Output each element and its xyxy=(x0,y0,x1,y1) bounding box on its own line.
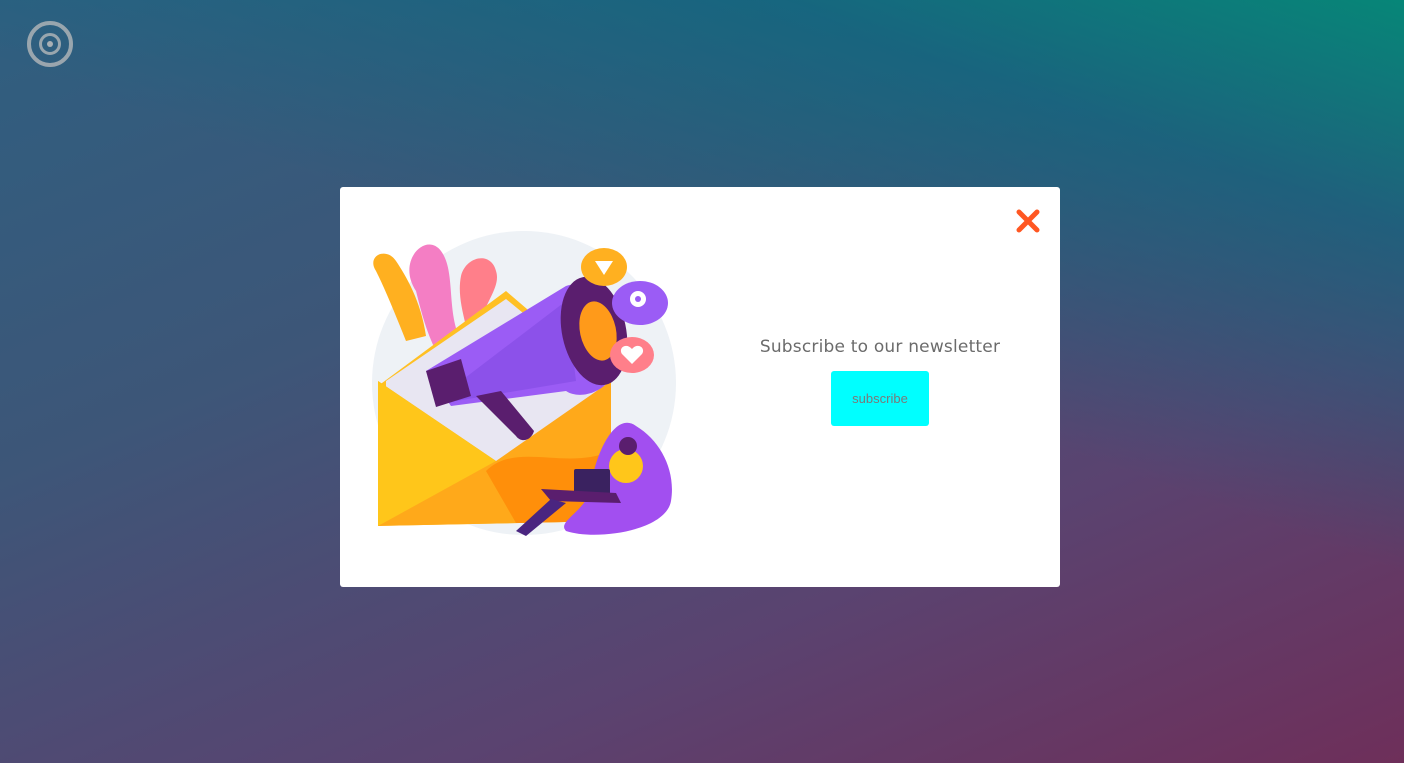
newsletter-modal: Subscribe to our newsletter subscribe xyxy=(340,187,1060,587)
megaphone-envelope-illustration xyxy=(366,231,682,543)
subscribe-button[interactable]: subscribe xyxy=(831,371,929,426)
subscribe-panel: Subscribe to our newsletter subscribe xyxy=(740,337,1020,426)
newsletter-title: Subscribe to our newsletter xyxy=(759,337,1001,357)
target-icon[interactable] xyxy=(27,21,73,67)
close-icon[interactable] xyxy=(1014,207,1042,235)
